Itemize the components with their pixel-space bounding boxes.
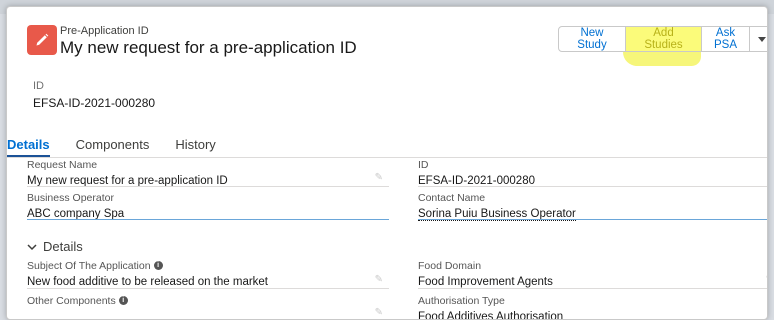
edit-pencil-icon[interactable]: ✎ bbox=[766, 274, 767, 285]
field-authorisation-type[interactable]: Authorisation Type Food Additives Author… bbox=[418, 294, 767, 320]
request-name-label: Request Name bbox=[27, 158, 98, 171]
page-title: My new request for a pre-application ID bbox=[60, 38, 357, 57]
new-study-button[interactable]: New Study bbox=[558, 26, 626, 52]
field-food-domain[interactable]: Food Domain Food Improvement Agents ✎ bbox=[418, 259, 767, 289]
action-button-group: New Study Add Studies Ask PSA bbox=[558, 26, 767, 52]
field-divider bbox=[27, 186, 389, 187]
object-type-label: Pre-Application ID bbox=[60, 25, 149, 37]
highlight-id-label: ID bbox=[33, 80, 44, 92]
tab-details[interactable]: Details bbox=[7, 137, 50, 157]
field-contact-name[interactable]: Contact Name Sorina Puiu Business Operat… bbox=[418, 191, 767, 221]
field-divider bbox=[27, 288, 389, 289]
authorisation-type-value: Food Additives Authorisation bbox=[418, 311, 564, 320]
more-actions-button[interactable] bbox=[750, 26, 767, 52]
other-components-label: Other Components bbox=[27, 294, 116, 307]
business-operator-label: Business Operator bbox=[27, 191, 114, 204]
field-id: ID EFSA-ID-2021-000280 bbox=[418, 158, 767, 187]
field-divider bbox=[27, 219, 389, 220]
field-divider bbox=[418, 186, 767, 187]
field-divider bbox=[418, 219, 767, 220]
subject-label: Subject Of The Application bbox=[27, 259, 151, 272]
highlight-id-value: EFSA-ID-2021-000280 bbox=[33, 96, 156, 110]
field-business-operator[interactable]: Business Operator ABC company Spa bbox=[27, 191, 389, 220]
field-request-name[interactable]: Request Name My new request for a pre-ap… bbox=[27, 158, 389, 187]
ask-psa-button[interactable]: Ask PSA bbox=[702, 26, 750, 52]
field-divider bbox=[418, 288, 767, 289]
info-icon[interactable]: i bbox=[118, 296, 128, 305]
highlighter-mark bbox=[623, 52, 701, 66]
tab-bar: Details Components History bbox=[7, 137, 242, 157]
tab-history[interactable]: History bbox=[175, 137, 215, 157]
details-section-toggle[interactable]: Details bbox=[27, 239, 83, 254]
tab-components[interactable]: Components bbox=[76, 137, 150, 157]
authorisation-type-label: Authorisation Type bbox=[418, 294, 505, 307]
pencil-icon-glyph bbox=[36, 33, 49, 46]
edit-pencil-icon[interactable]: ✎ bbox=[375, 172, 383, 183]
chevron-down-icon bbox=[757, 37, 766, 42]
other-components-value bbox=[27, 309, 389, 319]
contact-name-label: Contact Name bbox=[418, 191, 486, 204]
record-card: Pre-Application ID My new request for a … bbox=[6, 6, 768, 320]
edit-pencil-icon[interactable]: ✎ bbox=[375, 307, 383, 318]
chevron-down-icon bbox=[27, 243, 37, 250]
field-subject[interactable]: Subject Of The Application i New food ad… bbox=[27, 259, 389, 289]
info-icon[interactable]: i bbox=[153, 261, 163, 270]
id-label: ID bbox=[418, 158, 429, 171]
add-studies-button[interactable]: Add Studies bbox=[626, 26, 702, 52]
edit-pencil-icon[interactable]: ✎ bbox=[375, 274, 383, 285]
food-domain-label: Food Domain bbox=[418, 259, 482, 272]
field-other-components[interactable]: Other Components i ✎ bbox=[27, 294, 389, 319]
pencil-icon bbox=[27, 25, 57, 55]
section-title: Details bbox=[43, 239, 83, 254]
